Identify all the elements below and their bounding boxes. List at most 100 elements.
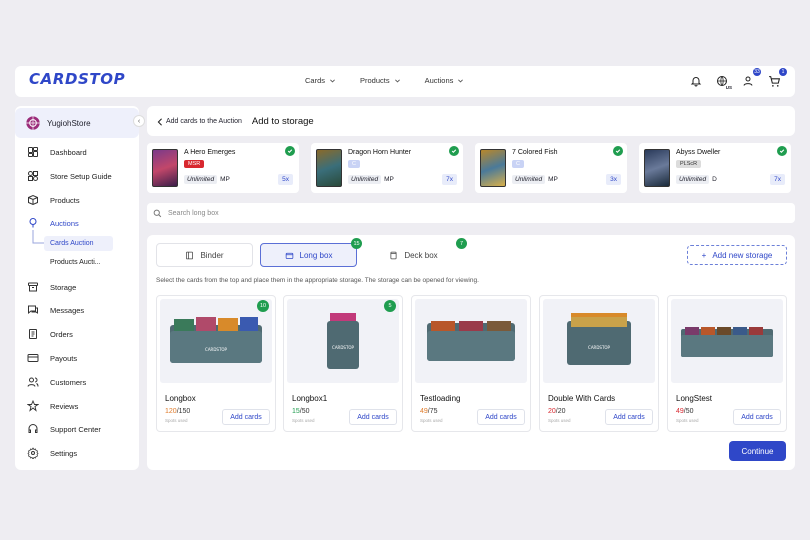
top-nav: Cards Products Auctions bbox=[305, 76, 464, 85]
sidebar-item-support-center[interactable]: Support Center bbox=[27, 423, 101, 435]
collapse-sidebar-button[interactable]: ‹ bbox=[133, 115, 145, 127]
longbox-image bbox=[671, 299, 783, 383]
card-quantity: 3x bbox=[606, 174, 621, 185]
bell-icon[interactable] bbox=[689, 74, 703, 88]
tab-long-box[interactable]: Long box 15 bbox=[260, 238, 362, 267]
nav-cards[interactable]: Cards bbox=[305, 76, 336, 85]
card-thumbnail bbox=[152, 149, 178, 187]
card-edition: Unlimited MP bbox=[184, 175, 230, 184]
card-thumbnail bbox=[644, 149, 670, 187]
brand-logo[interactable]: CARDSTOP bbox=[29, 70, 125, 88]
selected-card[interactable]: Dragon Horn Hunter C Unlimited MP 7x bbox=[311, 143, 463, 193]
dashboard-icon bbox=[28, 147, 38, 157]
cart-badge: 1 bbox=[779, 68, 787, 76]
add-cards-button[interactable]: Add cards bbox=[222, 409, 270, 425]
tab-binder[interactable]: Binder bbox=[156, 243, 253, 267]
gear-icon bbox=[27, 447, 39, 459]
selected-card[interactable]: A Hero Emerges MSR Unlimited MP 5x bbox=[147, 143, 299, 193]
card-edition: Unlimited MP bbox=[348, 175, 394, 184]
check-icon bbox=[777, 146, 787, 156]
add-cards-button[interactable]: Add cards bbox=[605, 409, 653, 425]
support-icon bbox=[28, 424, 38, 433]
store-logo-icon bbox=[26, 116, 40, 130]
page-header: Add cards to the Auction Add to storage bbox=[147, 106, 795, 136]
rarity-badge: C bbox=[348, 160, 360, 168]
storage-name: Testloading bbox=[420, 394, 461, 403]
continue-button[interactable]: Continue bbox=[729, 441, 786, 461]
sidebar-item-storage[interactable]: Storage bbox=[27, 281, 76, 293]
add-cards-button[interactable]: Add cards bbox=[349, 409, 397, 425]
storage-capacity: 15/50 bbox=[292, 408, 310, 415]
user-icon[interactable]: 33 bbox=[741, 68, 761, 88]
card-name: Abyss Dweller bbox=[676, 149, 721, 156]
sidebar-item-products[interactable]: Products bbox=[27, 194, 80, 206]
card-quantity: 7x bbox=[770, 174, 785, 185]
storage-caption: Spots used bbox=[420, 418, 443, 423]
add-cards-button[interactable]: Add cards bbox=[733, 409, 781, 425]
card-thumbnail bbox=[316, 149, 342, 187]
storage-card[interactable]: CARDSTOP 10 Longbox 120/150 Spots used A… bbox=[156, 295, 276, 432]
store-switcher[interactable]: YugiohStore bbox=[15, 108, 139, 138]
sidebar-item-settings[interactable]: Settings bbox=[27, 447, 77, 459]
add-new-storage-button[interactable]: + Add new storage bbox=[687, 245, 787, 265]
star-icon bbox=[27, 400, 39, 412]
setup-guide-icon bbox=[28, 171, 38, 181]
search-icon bbox=[153, 209, 162, 217]
nav-auctions[interactable]: Auctions bbox=[425, 76, 465, 85]
payouts-icon bbox=[27, 354, 39, 362]
chevron-down-icon bbox=[394, 79, 400, 83]
card-quantity: 7x bbox=[442, 174, 457, 185]
nav-products[interactable]: Products bbox=[360, 76, 401, 85]
check-icon bbox=[285, 146, 295, 156]
globe-icon[interactable]: US bbox=[715, 74, 732, 90]
selected-card[interactable]: Abyss Dweller PLScR Unlimited D 7x bbox=[639, 143, 791, 193]
storage-name: LongStest bbox=[676, 394, 713, 403]
check-icon bbox=[449, 146, 459, 156]
longbox-image: CARDSTOP bbox=[160, 299, 272, 383]
storage-card[interactable]: Testloading 49/75 Spots used Add cards bbox=[411, 295, 531, 432]
search-input[interactable]: Search long box bbox=[147, 203, 795, 223]
messages-icon bbox=[28, 305, 38, 315]
sidebar-item-payouts[interactable]: Payouts bbox=[27, 352, 77, 364]
sidebar-item-store-setup-guide[interactable]: Store Setup Guide bbox=[27, 170, 112, 182]
sidebar-item-reviews[interactable]: Reviews bbox=[27, 400, 78, 412]
rarity-badge: PLScR bbox=[676, 160, 702, 168]
sidebar-subitem-products-auction[interactable]: Products Aucti... bbox=[50, 259, 101, 266]
storage-name: Longbox1 bbox=[292, 394, 328, 403]
storage-caption: Spots used bbox=[292, 418, 315, 423]
chevron-down-icon bbox=[458, 79, 464, 83]
storage-name: Longbox bbox=[165, 394, 196, 403]
storage-caption: Spots used bbox=[676, 418, 699, 423]
storage-card[interactable]: CARDSTOP 5 Longbox1 15/50 Spots used Add… bbox=[283, 295, 403, 432]
storage-name: Double With Cards bbox=[548, 394, 616, 403]
tab-count: 7 bbox=[456, 238, 467, 249]
storage-icon bbox=[28, 282, 38, 292]
card-thumbnail bbox=[480, 149, 506, 187]
storage-card[interactable]: CARDSTOP Double With Cards 20/20 Spots u… bbox=[539, 295, 659, 432]
storage-card[interactable]: LongStest 49/50 Spots used Add cards bbox=[667, 295, 787, 432]
breadcrumb: Add cards to the Auction Add to storage bbox=[157, 116, 314, 127]
storage-panel: Binder Long box 15 Deck box 7 + Add new … bbox=[147, 235, 795, 470]
sidebar: YugiohStore ‹ Dashboard Store Setup Guid… bbox=[15, 106, 145, 470]
longbox-image bbox=[415, 299, 527, 383]
sidebar-subitem-cards-auction[interactable]: Cards Auction bbox=[44, 236, 113, 251]
store-name: YugiohStore bbox=[47, 118, 91, 128]
sidebar-item-auctions[interactable]: Auctions bbox=[27, 217, 79, 229]
sidebar-item-messages[interactable]: Messages bbox=[27, 304, 84, 316]
top-bar: CARDSTOP Cards Products Auctions US 33 1 bbox=[15, 66, 795, 97]
selected-card[interactable]: 7 Colored Fish C Unlimited MP 3x bbox=[475, 143, 627, 193]
sidebar-item-orders[interactable]: Orders bbox=[27, 328, 73, 340]
user-badge: 33 bbox=[753, 68, 761, 76]
add-cards-button[interactable]: Add cards bbox=[477, 409, 525, 425]
storage-capacity: 20/20 bbox=[548, 408, 566, 415]
card-edition: Unlimited D bbox=[676, 175, 717, 184]
storage-caption: Spots used bbox=[548, 418, 571, 423]
search-placeholder: Search long box bbox=[168, 209, 219, 217]
sidebar-item-dashboard[interactable]: Dashboard bbox=[27, 146, 87, 158]
storage-caption: Spots used bbox=[165, 418, 188, 423]
check-icon bbox=[613, 146, 623, 156]
back-link[interactable]: Add cards to the Auction bbox=[157, 117, 242, 126]
sidebar-item-customers[interactable]: Customers bbox=[27, 376, 86, 388]
cart-icon[interactable]: 1 bbox=[767, 68, 787, 88]
tab-deck-box[interactable]: Deck box 7 bbox=[365, 238, 467, 267]
